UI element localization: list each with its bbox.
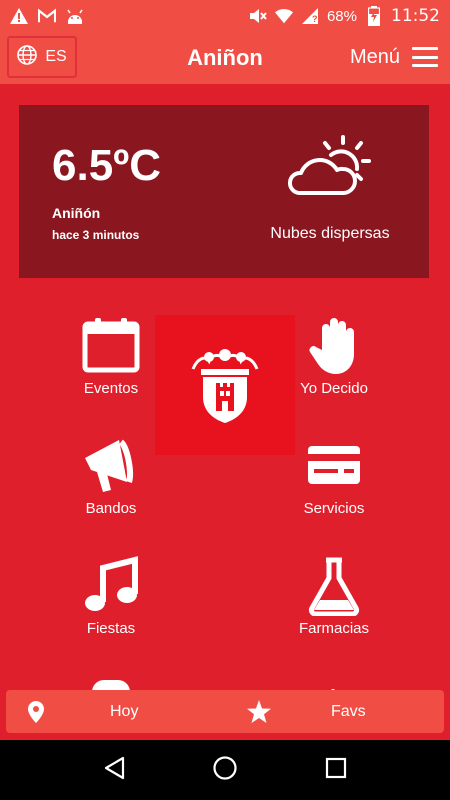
calendar-icon bbox=[82, 318, 140, 373]
star-icon bbox=[247, 700, 271, 728]
partial-grid-icon-right bbox=[318, 682, 348, 695]
back-icon[interactable] bbox=[103, 756, 125, 785]
favs-tab[interactable]: Favs bbox=[225, 690, 444, 733]
eventos-label: Eventos bbox=[83, 380, 139, 397]
favs-label: Favs bbox=[331, 702, 366, 720]
servicios-label: Servicios bbox=[303, 500, 365, 517]
temperature: 6.5ºC bbox=[52, 141, 162, 190]
battery-level: 68% bbox=[326, 7, 357, 25]
clock: 11:52 bbox=[391, 6, 440, 26]
recents-icon[interactable] bbox=[325, 757, 347, 784]
megaphone-icon bbox=[85, 439, 133, 492]
weather-description: Nubes dispersas bbox=[270, 225, 390, 242]
hoy-tab[interactable]: Hoy bbox=[6, 690, 225, 733]
wifi-icon bbox=[274, 7, 293, 25]
home-icon[interactable] bbox=[212, 755, 238, 786]
flask-icon bbox=[308, 557, 360, 616]
bandos-button[interactable]: Bandos bbox=[41, 436, 181, 517]
credit-card-icon bbox=[308, 446, 360, 484]
bandos-label: Bandos bbox=[85, 500, 137, 517]
farmacias-button[interactable]: Farmacias bbox=[264, 556, 404, 637]
raised-hand-icon bbox=[309, 318, 354, 374]
coat-of-arms-icon bbox=[191, 349, 259, 423]
language-button[interactable]: ES bbox=[7, 36, 77, 78]
menu-label: Menú bbox=[349, 45, 400, 68]
language-code: ES bbox=[45, 48, 67, 65]
bottom-bar: Hoy Favs bbox=[6, 690, 444, 733]
eventos-button[interactable]: Eventos bbox=[41, 316, 181, 397]
hamburger-icon bbox=[412, 47, 438, 67]
menu-button[interactable]: Menú bbox=[350, 40, 438, 74]
weather-card[interactable]: 6.5ºC Aniñón hace 3 minutos Nubes disper… bbox=[19, 105, 429, 278]
partly-cloudy-icon bbox=[281, 131, 381, 201]
weather-updated: hace 3 minutos bbox=[52, 228, 140, 242]
mute-icon bbox=[249, 7, 267, 25]
gmail-icon bbox=[38, 7, 56, 25]
location-pin-icon bbox=[28, 701, 44, 728]
yo-decido-button[interactable]: Yo Decido bbox=[264, 316, 404, 397]
music-note-icon bbox=[85, 556, 138, 611]
battery-charging-icon bbox=[365, 6, 383, 26]
globe-icon bbox=[17, 44, 38, 70]
signal-icon: ? bbox=[301, 7, 319, 25]
fiestas-label: Fiestas bbox=[86, 620, 136, 637]
status-bar: ? 68% 11:52 bbox=[0, 0, 450, 32]
android-icon bbox=[66, 7, 84, 25]
servicios-button[interactable]: Servicios bbox=[264, 436, 404, 517]
system-nav-bar bbox=[0, 740, 450, 800]
app-header: ES Aniñon Menú bbox=[0, 32, 450, 84]
warning-icon bbox=[10, 7, 28, 25]
fiestas-button[interactable]: Fiestas bbox=[41, 556, 181, 637]
weather-town: Aniñón bbox=[52, 205, 101, 221]
svg-text:?: ? bbox=[312, 14, 318, 24]
farmacias-label: Farmacias bbox=[298, 620, 369, 637]
hoy-label: Hoy bbox=[110, 702, 139, 720]
yo-decido-label: Yo Decido bbox=[300, 380, 368, 397]
